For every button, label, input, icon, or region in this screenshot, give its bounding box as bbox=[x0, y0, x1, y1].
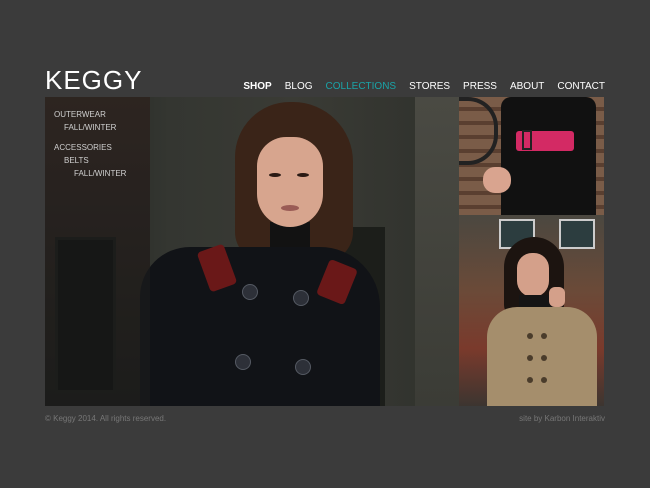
menu-item-accessories[interactable]: ACCESSORIES bbox=[54, 141, 126, 154]
nav-about[interactable]: ABOUT bbox=[510, 80, 544, 94]
menu-item-belts[interactable]: BELTS bbox=[54, 154, 126, 167]
footer-copyright: © Keggy 2014. All rights reserved. bbox=[45, 414, 167, 423]
nav-press[interactable]: PRESS bbox=[463, 80, 497, 94]
nav-collections[interactable]: COLLECTIONS bbox=[326, 80, 397, 94]
nav-blog[interactable]: BLOG bbox=[285, 80, 313, 94]
nav-stores[interactable]: STORES bbox=[409, 80, 450, 94]
nav-contact[interactable]: CONTACT bbox=[557, 80, 605, 94]
nav-shop[interactable]: SHOP bbox=[243, 80, 271, 94]
menu-item-outerwear[interactable]: OUTERWEAR bbox=[54, 108, 126, 121]
thumbnail-coat[interactable] bbox=[459, 215, 604, 406]
category-menu: OUTERWEAR FALL/WINTER ACCESSORIES BELTS … bbox=[54, 108, 126, 180]
menu-item-outerwear-fall-winter[interactable]: FALL/WINTER bbox=[54, 121, 126, 134]
main-nav: SHOP BLOG COLLECTIONS STORES PRESS ABOUT… bbox=[243, 80, 605, 94]
menu-item-belts-fall-winter[interactable]: FALL/WINTER bbox=[54, 167, 126, 180]
footer-credit-link[interactable]: site by Karbon Interaktiv bbox=[519, 414, 605, 423]
site-logo[interactable]: KEGGY bbox=[45, 66, 142, 94]
thumbnail-belt[interactable] bbox=[459, 97, 604, 215]
